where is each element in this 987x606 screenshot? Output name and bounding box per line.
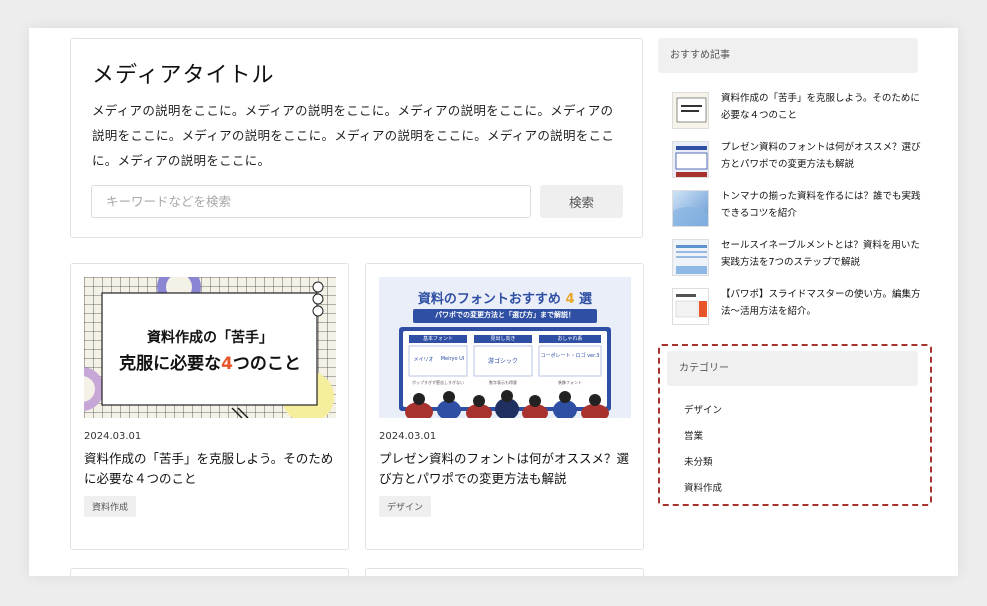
recommended-item[interactable]: 【パワポ】スライドマスターの使い方。編集方法〜活用方法を紹介。	[672, 286, 924, 326]
category-item-design[interactable]: デザイン	[684, 402, 722, 416]
recommended-thumbnail	[672, 141, 709, 178]
thumb-col-head-3: おしゃれ系	[557, 336, 583, 342]
recommended-thumbnail	[672, 288, 709, 325]
recommended-thumbnail	[672, 92, 709, 129]
category-item-uncategorized[interactable]: 未分類	[684, 454, 713, 468]
category-heading: カテゴリー	[667, 351, 918, 386]
article-card[interactable]: 資料のフォントおすすめ 4 選 パワポでの変更方法と「選び方」まで解説！ 基本フ…	[365, 263, 644, 550]
media-title: メディアタイトル	[92, 63, 275, 88]
recommended-title[interactable]: トンマナの揃った資料を作るには？誰でも実践できるコツを紹介	[721, 188, 926, 222]
thumb-note-1: ポップすぎず堅苦しすぎない	[412, 380, 464, 385]
recommended-heading: おすすめ記事	[658, 38, 918, 73]
article-card[interactable]: 資料作成の「苦手」 克服に必要な4つのこと 2024.03.01 資料作成の「苦…	[70, 263, 349, 550]
article-card-partial[interactable]	[70, 568, 349, 576]
recommended-item[interactable]: セールスイネーブルメントとは？資料を用いた実践方法を7つのステップで解説	[672, 237, 924, 277]
thumb-heading-a: 資料のフォントおすすめ	[417, 292, 561, 307]
article-thumbnail[interactable]: 資料作成の「苦手」 克服に必要な4つのこと	[84, 277, 336, 418]
thumb-note-3: 装飾フォント	[558, 380, 582, 385]
thumb-font-4: コーポレート・ロゴ ver.3	[540, 353, 600, 359]
article-title[interactable]: プレゼン資料のフォントは何がオススメ？選び方とパワポでの変更方法も解説	[379, 449, 637, 489]
thumb-font-1: メイリオ	[413, 357, 434, 363]
thumb-text-line1: 資料作成の「苦手」	[147, 330, 273, 346]
thumb-heading: 資料のフォントおすすめ 4 選	[379, 288, 631, 307]
article-date: 2024.03.01	[379, 431, 437, 442]
recommended-thumbnail	[672, 190, 709, 227]
media-header: メディアタイトル メディアの説明をここに。メディアの説明をここに。メディアの説明…	[70, 38, 643, 238]
recommended-title[interactable]: セールスイネーブルメントとは？資料を用いた実践方法を7つのステップで解説	[721, 237, 926, 271]
category-item-sales[interactable]: 営業	[684, 428, 703, 442]
search-button[interactable]: 検索	[540, 185, 623, 218]
article-tag[interactable]: 資料作成	[84, 496, 137, 517]
thumb-note-2: 数字表示も得意	[489, 380, 517, 385]
article-tag[interactable]: デザイン	[379, 496, 432, 517]
recommended-item[interactable]: 資料作成の「苦手」を克服しよう。そのために必要な４つのこと	[672, 90, 924, 130]
thumb-col-head-1: 基本フォント	[422, 336, 453, 342]
recommended-title[interactable]: 資料作成の「苦手」を克服しよう。そのために必要な４つのこと	[721, 90, 926, 124]
article-thumbnail[interactable]: 資料のフォントおすすめ 4 選 パワポでの変更方法と「選び方」まで解説！ 基本フ…	[379, 277, 631, 418]
page: メディアタイトル メディアの説明をここに。メディアの説明をここに。メディアの説明…	[29, 28, 958, 576]
recommended-title[interactable]: 【パワポ】スライドマスターの使い方。編集方法〜活用方法を紹介。	[721, 286, 926, 320]
article-thumbnail-image	[84, 277, 336, 418]
thumb-number: 4	[221, 354, 233, 374]
category-item-document-creation[interactable]: 資料作成	[684, 480, 722, 494]
thumb-text-line2a: 克服に必要な	[119, 354, 222, 374]
thumb-font-3: 游ゴシック	[487, 358, 518, 365]
thumb-font-2: Meiryo UI	[440, 356, 465, 362]
recommended-item[interactable]: トンマナの揃った資料を作るには？誰でも実践できるコツを紹介	[672, 188, 924, 228]
article-card-partial[interactable]	[365, 568, 644, 576]
thumb-heading-b: 選	[579, 292, 593, 307]
recommended-title[interactable]: プレゼン資料のフォントは何がオススメ？選び方とパワポでの変更方法も解説	[721, 139, 926, 173]
thumb-number: 4	[565, 292, 575, 307]
recommended-item[interactable]: プレゼン資料のフォントは何がオススメ？選び方とパワポでの変更方法も解説	[672, 139, 924, 179]
thumb-text-line2b: つのこと	[232, 354, 301, 374]
search-input[interactable]	[91, 185, 531, 218]
thumb-col-head-2: 見出し向き	[490, 336, 516, 342]
thumb-text-line2: 克服に必要な4つのこと	[84, 349, 336, 374]
article-date: 2024.03.01	[84, 431, 142, 442]
recommended-thumbnail	[672, 239, 709, 276]
article-title[interactable]: 資料作成の「苦手」を克服しよう。そのために必要な４つのこと	[84, 449, 342, 489]
thumb-banner: パワポでの変更方法と「選び方」まで解説！	[435, 311, 575, 319]
media-description: メディアの説明をここに。メディアの説明をここに。メディアの説明をここに。メディア…	[92, 103, 615, 168]
